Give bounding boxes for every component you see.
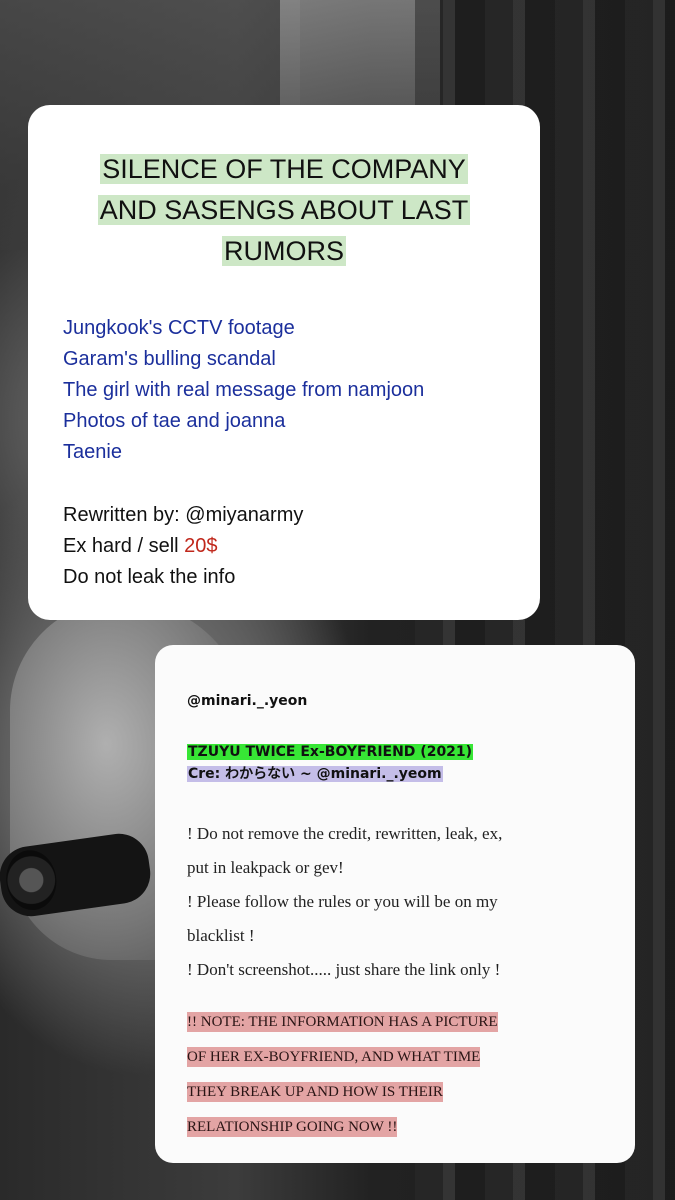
rules-line: put in leakpack or gev! bbox=[187, 858, 344, 877]
watch-face bbox=[2, 846, 61, 914]
card1-meta: Rewritten by: @miyanarmy Ex hard / sell … bbox=[63, 500, 303, 593]
title-line: AND SASENGS ABOUT LAST bbox=[97, 195, 471, 225]
rules-line: ! Don't screenshot..... just share the l… bbox=[187, 960, 501, 979]
card1-title: SILENCE OF THE COMPANY AND SASENGS ABOUT… bbox=[28, 149, 540, 272]
rules-line: ! Do not remove the credit, rewritten, l… bbox=[187, 824, 503, 843]
ex-label: Ex hard / sell bbox=[63, 535, 185, 557]
title-line: RUMORS bbox=[222, 236, 346, 266]
rewritten-by: Rewritten by: @miyanarmy bbox=[63, 504, 304, 526]
info-card-2: @minari._.yeon TZUYU TWICE Ex-BOYFRIEND … bbox=[155, 645, 635, 1163]
topic-item: Jungkook's CCTV footage bbox=[63, 317, 295, 339]
price-value: 20$ bbox=[184, 535, 218, 557]
title-line: SILENCE OF THE COMPANY bbox=[100, 154, 468, 184]
topic-item: Garam's bulling scandal bbox=[63, 348, 276, 370]
info-card-1: SILENCE OF THE COMPANY AND SASENGS ABOUT… bbox=[28, 105, 540, 620]
note-line: THEY BREAK UP AND HOW IS THEIR bbox=[187, 1082, 443, 1102]
rules: ! Do not remove the credit, rewritten, l… bbox=[187, 817, 617, 987]
note-line: RELATIONSHIP GOING NOW !! bbox=[187, 1117, 398, 1137]
credit-line: Cre: わからない ~ @minari._.yeom bbox=[187, 766, 443, 782]
rules-line: blacklist ! bbox=[187, 926, 255, 945]
note: !! NOTE: THE INFORMATION HAS A PICTURE O… bbox=[187, 1005, 607, 1145]
topic-list: Jungkook's CCTV footage Garam's bulling … bbox=[63, 313, 424, 468]
rules-line: ! Please follow the rules or you will be… bbox=[187, 892, 498, 911]
account-handle: @minari._.yeon bbox=[187, 693, 308, 709]
card2-header: TZUYU TWICE Ex-BOYFRIEND (2021) Cre: わから… bbox=[187, 741, 474, 785]
headline: TZUYU TWICE Ex-BOYFRIEND (2021) bbox=[187, 744, 474, 760]
leak-notice: Do not leak the info bbox=[63, 566, 236, 588]
topic-item: The girl with real message from namjoon bbox=[63, 379, 425, 401]
topic-item: Photos of tae and joanna bbox=[63, 410, 286, 432]
price-line: Ex hard / sell 20$ bbox=[63, 531, 303, 562]
topic-item: Taenie bbox=[63, 441, 122, 463]
note-line: !! NOTE: THE INFORMATION HAS A PICTURE bbox=[187, 1012, 498, 1032]
note-line: OF HER EX-BOYFRIEND, AND WHAT TIME bbox=[187, 1047, 481, 1067]
